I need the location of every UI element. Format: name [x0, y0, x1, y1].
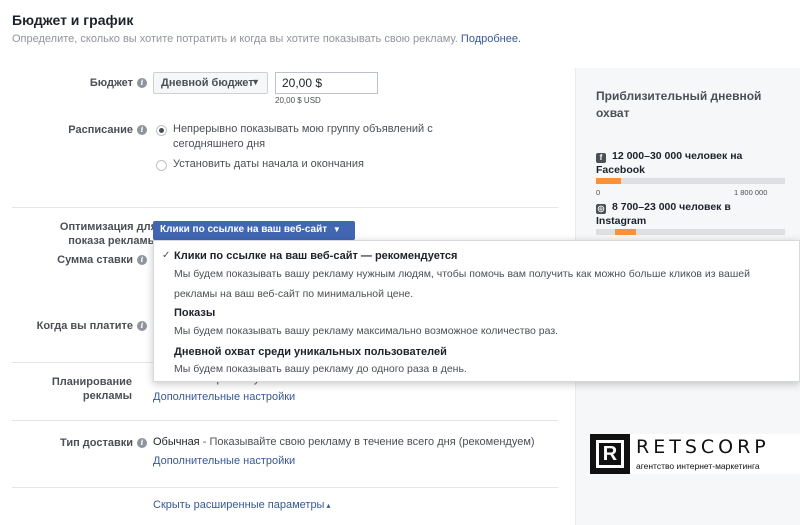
reach-instagram-bar: [596, 229, 785, 235]
option-description: Мы будем показывать вашу рекламу до одно…: [174, 363, 467, 375]
reach-instagram-bar-fill: [614, 229, 636, 235]
optimization-label-line: показа рекламы: [68, 235, 157, 247]
delivery-type-name: Обычная: [153, 436, 200, 448]
hide-advanced-text: Скрыть расширенные параметры: [153, 499, 325, 511]
delivery-type-value: Обычная - Показывайте свою рекламу в теч…: [153, 436, 535, 448]
option-title: Показы: [174, 307, 216, 319]
schedule-label-text: Расписание: [68, 124, 133, 136]
delivery-more-settings-link[interactable]: Дополнительные настройки: [153, 455, 295, 467]
optimization-dropdown-button[interactable]: Клики по ссылке на ваш веб-сайт ▼: [153, 221, 355, 240]
bid-label-text: Сумма ставки: [57, 254, 133, 266]
reach-facebook-bar-fill: [596, 178, 621, 184]
schedule-option-line: сегодняшнего дня: [173, 138, 266, 150]
reach-instagram: ◎ 8 700–23 000 человек в Instagram: [596, 200, 786, 228]
divider: [12, 487, 558, 488]
schedule-label: Расписание i: [12, 123, 147, 137]
option-description-line: Мы будем показывать вашу рекламу нужным …: [174, 268, 750, 280]
delivery-type-label: Тип доставки i: [12, 436, 147, 450]
facebook-icon: f: [596, 153, 606, 163]
divider: [12, 420, 558, 421]
budget-label-text: Бюджет: [89, 77, 133, 89]
optimization-dropdown-menu: ✓ Клики по ссылке на ваш веб-сайт — реко…: [153, 240, 800, 382]
schedule-continuous-label[interactable]: Непрерывно показывать мою группу объявле…: [173, 122, 453, 152]
section-description: Определите, сколько вы хотите потратить …: [12, 33, 572, 45]
caret-up-icon: ▴: [326, 501, 331, 510]
description-text: Определите, сколько вы хотите потратить …: [12, 33, 458, 45]
help-icon[interactable]: i: [137, 321, 147, 331]
reach-facebook-bar: [596, 178, 785, 184]
ad-scheduling-label-line: рекламы: [82, 390, 132, 402]
section-title: Бюджет и график: [12, 12, 134, 28]
caret-down-icon: ▼: [332, 225, 341, 234]
caret-down-icon: ▼: [251, 77, 260, 87]
optimization-label: Оптимизация для показа рекламы: [12, 220, 157, 248]
optimization-label-line: Оптимизация для: [59, 221, 157, 233]
option-description: Мы будем показывать вашу рекламу нужным …: [174, 264, 764, 304]
reach-scale-max: 1 800 000: [734, 188, 768, 197]
budget-label: Бюджет i: [12, 76, 147, 90]
reach-instagram-text: 8 700–23 000 человек в: [612, 201, 731, 213]
logo-mark: R: [590, 434, 630, 474]
section-header: Бюджет и график Определите, сколько вы х…: [12, 12, 572, 45]
option-description: Мы будем показывать вашу рекламу максима…: [174, 325, 559, 337]
budget-usd-note: 20,00 $ USD: [275, 96, 321, 105]
reach-facebook-platform: Facebook: [596, 164, 646, 176]
ad-scheduling-label-line: Планирование: [51, 376, 132, 388]
help-icon[interactable]: i: [137, 78, 147, 88]
option-description-line: рекламы на ваш веб-сайт по минимальной ц…: [174, 288, 414, 300]
delivery-type-description: - Показывайте свою рекламу в течение все…: [202, 436, 535, 448]
schedule-option-line: Непрерывно показывать мою группу объявле…: [173, 123, 433, 135]
help-icon[interactable]: i: [137, 255, 147, 265]
ad-scheduling-label: Планирование рекламы: [12, 375, 132, 403]
learn-more-link[interactable]: Подробнее.: [461, 33, 521, 45]
reach-scale-min: 0: [596, 188, 601, 197]
schedule-continuous-radio[interactable]: [156, 125, 167, 136]
optimization-selected-value: Клики по ссылке на ваш веб-сайт: [160, 224, 328, 235]
budget-amount-input[interactable]: [275, 72, 378, 94]
instagram-icon: ◎: [596, 204, 606, 214]
divider: [12, 207, 558, 208]
reach-facebook: f 12 000–30 000 человек на Facebook: [596, 149, 786, 177]
charge-label: Когда вы платите i: [12, 319, 147, 333]
logo-letter: R: [596, 440, 624, 468]
budget-type-dropdown[interactable]: Дневной бюджет ▼: [153, 72, 268, 94]
logo-name: RETSCORP: [636, 436, 770, 458]
checkmark-icon: ✓: [162, 250, 171, 261]
budget-type-value: Дневной бюджет: [161, 77, 254, 89]
logo-tagline: агентство интернет-маркетинга: [636, 461, 760, 471]
ad-scheduling-more-settings-link[interactable]: Дополнительные настройки: [153, 391, 295, 403]
retscorp-logo: R RETSCORP агентство интернет-маркетинга: [590, 434, 800, 474]
schedule-dates-label[interactable]: Установить даты начала и окончания: [173, 157, 453, 172]
option-title: Клики по ссылке на ваш веб-сайт — рекоме…: [174, 250, 458, 262]
option-title: Дневной охват среди уникальных пользоват…: [174, 346, 447, 358]
reach-title: Приблизительный дневной охват: [596, 89, 762, 120]
reach-facebook-text: 12 000–30 000 человек на: [612, 150, 743, 162]
schedule-dates-radio[interactable]: [156, 160, 167, 171]
help-icon[interactable]: i: [137, 125, 147, 135]
bid-label: Сумма ставки i: [12, 253, 147, 267]
charge-label-text: Когда вы платите: [36, 320, 133, 332]
reach-instagram-platform: Instagram: [596, 215, 647, 227]
help-icon[interactable]: i: [137, 438, 147, 448]
hide-advanced-options-link[interactable]: Скрыть расширенные параметры ▴: [153, 499, 330, 511]
delivery-type-label-text: Тип доставки: [60, 437, 133, 449]
